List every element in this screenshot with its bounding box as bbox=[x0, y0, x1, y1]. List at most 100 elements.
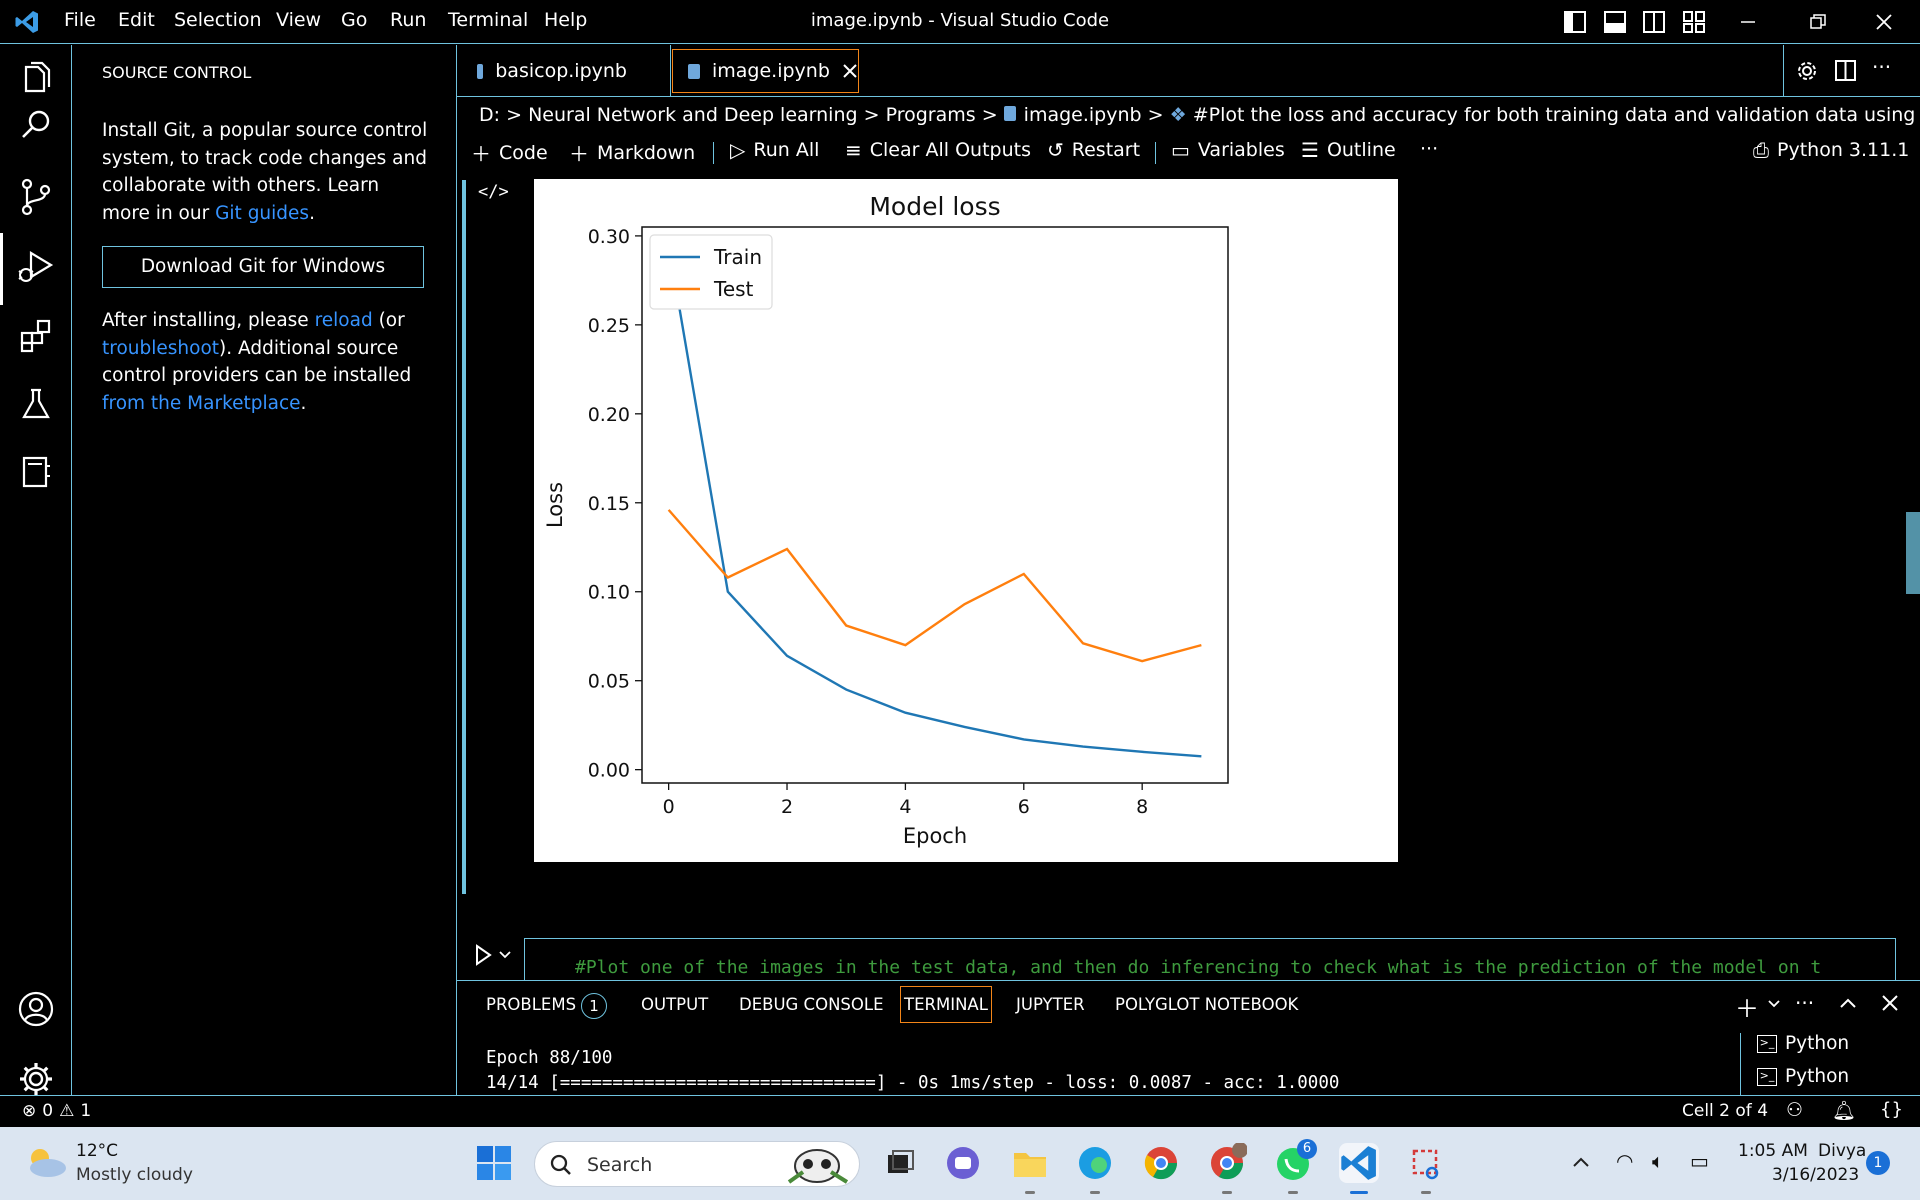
task-view-icon[interactable] bbox=[880, 1143, 920, 1183]
tab-debug-console[interactable]: DEBUG CONSOLE bbox=[739, 995, 884, 1014]
output-code-icon[interactable]: </> bbox=[478, 182, 509, 202]
search-icon[interactable] bbox=[14, 103, 58, 147]
breadcrumb-folder[interactable]: Programs bbox=[886, 104, 976, 126]
next-code-cell[interactable]: #Plot one of the images in the test data… bbox=[524, 938, 1896, 980]
breadcrumb-file[interactable]: image.ipynb bbox=[1024, 104, 1142, 126]
battery-icon[interactable]: ▭ bbox=[1690, 1149, 1709, 1173]
clock-time[interactable]: 1:05 AM bbox=[1738, 1141, 1808, 1161]
add-markdown-cell-button[interactable]: ＋ Markdown bbox=[569, 138, 695, 167]
extensions-icon[interactable] bbox=[14, 313, 58, 357]
more-actions-icon[interactable]: ··· bbox=[1872, 55, 1891, 79]
editor-tabs: basicop.ipynb image.ipynb ··· bbox=[457, 45, 1920, 97]
run-and-debug-icon[interactable] bbox=[14, 245, 58, 289]
menu-edit[interactable]: Edit bbox=[118, 9, 155, 31]
terminal-instance[interactable]: >_ Python bbox=[1757, 1066, 1849, 1087]
source-control-icon[interactable] bbox=[14, 175, 58, 219]
file-explorer-icon[interactable] bbox=[1010, 1143, 1050, 1194]
menu-terminal[interactable]: Terminal bbox=[448, 9, 528, 31]
explorer-icon[interactable] bbox=[14, 57, 58, 101]
clear-all-outputs-button[interactable]: ≡ Clear All Outputs bbox=[845, 138, 1031, 162]
marketplace-link[interactable]: from the Marketplace bbox=[102, 393, 301, 414]
vscode-taskbar-icon[interactable] bbox=[1339, 1143, 1379, 1194]
accounts-icon[interactable] bbox=[14, 987, 58, 1031]
troubleshoot-link[interactable]: troubleshoot bbox=[102, 338, 219, 359]
close-window-icon[interactable] bbox=[1874, 12, 1894, 32]
after-install-text-2: (or bbox=[372, 310, 405, 331]
whatsapp-icon[interactable]: 6 bbox=[1273, 1139, 1317, 1194]
menu-view[interactable]: View bbox=[276, 9, 321, 31]
reload-link[interactable]: reload bbox=[315, 310, 373, 331]
tab-image[interactable]: image.ipynb bbox=[672, 49, 859, 93]
braces-icon[interactable]: {} bbox=[1880, 1099, 1903, 1120]
tab-output[interactable]: OUTPUT bbox=[641, 995, 708, 1014]
maximize-panel-icon[interactable] bbox=[1838, 994, 1858, 1012]
testing-icon[interactable] bbox=[14, 382, 58, 426]
menu-selection[interactable]: Selection bbox=[174, 9, 262, 31]
breadcrumb-drive[interactable]: D: bbox=[479, 104, 500, 126]
chevron-down-icon[interactable] bbox=[1767, 998, 1781, 1010]
customize-layout-icon[interactable] bbox=[1683, 11, 1705, 33]
teams-chat-icon[interactable] bbox=[943, 1143, 983, 1183]
tab-basicop[interactable]: basicop.ipynb bbox=[477, 49, 627, 93]
tab-jupyter[interactable]: JUPYTER bbox=[1016, 995, 1085, 1014]
toggle-primary-sidebar-icon[interactable] bbox=[1564, 11, 1586, 33]
menu-file[interactable]: File bbox=[64, 9, 96, 31]
breadcrumb-folder[interactable]: Neural Network and Deep learning bbox=[528, 104, 858, 126]
weather-temp[interactable]: 12°C bbox=[76, 1141, 118, 1161]
restore-icon[interactable] bbox=[1808, 12, 1828, 32]
terminal-icon: >_ bbox=[1757, 1034, 1777, 1053]
show-hidden-icons-chevron-icon[interactable] bbox=[1572, 1155, 1590, 1169]
outline-button[interactable]: ☰ Outline bbox=[1301, 138, 1396, 162]
toggle-secondary-sidebar-icon[interactable] bbox=[1643, 11, 1665, 33]
notebook-settings-gear-icon[interactable] bbox=[1795, 59, 1819, 83]
breadcrumb-symbol[interactable]: #Plot the loss and accuracy for both tra… bbox=[1193, 104, 1920, 126]
x-tick-label: 8 bbox=[1136, 796, 1148, 818]
menu-run[interactable]: Run bbox=[390, 9, 426, 31]
split-editor-icon[interactable] bbox=[1834, 59, 1858, 83]
notifications-bell-icon[interactable]: 🔔︎ bbox=[1832, 1099, 1856, 1122]
git-install-message: Install Git, a popular source control sy… bbox=[102, 117, 432, 227]
panel-more-icon[interactable]: ··· bbox=[1795, 991, 1814, 1015]
restart-button[interactable]: ↺ Restart bbox=[1047, 138, 1140, 162]
running-indicator bbox=[1421, 1191, 1431, 1194]
problems-status[interactable]: ⊗ 0 ⚠ 1 bbox=[22, 1101, 91, 1121]
tab-polyglot-notebook[interactable]: POLYGLOT NOTEBOOK bbox=[1115, 995, 1298, 1014]
weather-condition[interactable]: Mostly cloudy bbox=[76, 1165, 193, 1185]
kernel-picker[interactable]: ⎙ Python 3.11.1 bbox=[1753, 138, 1909, 162]
toolbar-label: Clear All Outputs bbox=[869, 139, 1031, 161]
tab-terminal[interactable]: TERMINAL bbox=[900, 986, 992, 1023]
notebook-icon[interactable] bbox=[14, 450, 58, 494]
close-panel-icon[interactable] bbox=[1881, 994, 1899, 1012]
add-code-cell-button[interactable]: ＋ Code bbox=[471, 138, 548, 167]
run-cell-icon[interactable] bbox=[474, 943, 514, 967]
live-share-icon[interactable]: ⚇ bbox=[1786, 1099, 1803, 1121]
tab-problems[interactable]: PROBLEMS bbox=[486, 995, 576, 1014]
chrome-profile-icon[interactable] bbox=[1207, 1142, 1248, 1194]
snipping-tool-icon[interactable] bbox=[1406, 1143, 1446, 1194]
weather-cloud-icon[interactable] bbox=[24, 1144, 68, 1180]
toolbar-more-button[interactable]: ··· bbox=[1420, 138, 1438, 160]
menu-go[interactable]: Go bbox=[341, 9, 367, 31]
cell-position[interactable]: Cell 2 of 4 bbox=[1682, 1101, 1768, 1121]
minimize-icon[interactable] bbox=[1738, 12, 1758, 32]
edge-browser-icon[interactable] bbox=[1075, 1143, 1115, 1194]
terminal-output[interactable]: Epoch 88/100 14/14 [=====================… bbox=[486, 1046, 1339, 1096]
close-tab-icon[interactable] bbox=[842, 63, 858, 79]
windows-start-icon[interactable] bbox=[476, 1145, 512, 1181]
clock-date[interactable]: 3/16/2023 bbox=[1772, 1165, 1859, 1185]
run-all-button[interactable]: ▷ Run All bbox=[730, 138, 819, 162]
editor-scrollbar-thumb[interactable] bbox=[1906, 512, 1920, 594]
clock-user[interactable]: Divya bbox=[1818, 1141, 1866, 1161]
notification-count-badge[interactable]: 1 bbox=[1866, 1151, 1890, 1175]
new-terminal-icon[interactable]: ＋ bbox=[1735, 989, 1759, 1024]
git-guides-link[interactable]: Git guides bbox=[215, 203, 309, 224]
menu-help[interactable]: Help bbox=[544, 9, 587, 31]
wifi-icon[interactable]: ◠ bbox=[1616, 1149, 1633, 1173]
variables-button[interactable]: ▭ Variables bbox=[1171, 138, 1285, 162]
terminal-instance[interactable]: >_ Python bbox=[1757, 1033, 1849, 1054]
chrome-browser-icon[interactable] bbox=[1141, 1143, 1181, 1183]
taskbar-search[interactable]: Search bbox=[534, 1141, 860, 1187]
toggle-panel-icon[interactable] bbox=[1604, 11, 1626, 33]
download-git-button[interactable]: Download Git for Windows bbox=[102, 246, 424, 288]
volume-icon[interactable]: 🔈︎ bbox=[1652, 1149, 1664, 1173]
